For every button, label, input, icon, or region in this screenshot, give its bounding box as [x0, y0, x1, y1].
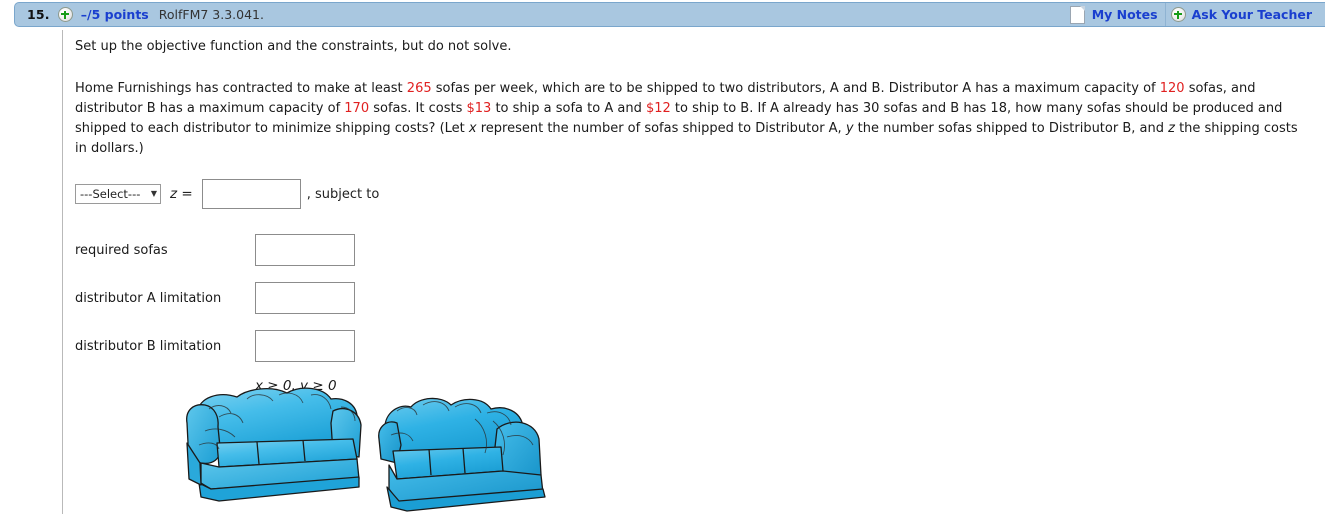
subject-to-label: , subject to [306, 186, 380, 202]
constraint-row: distributor B limitation [75, 322, 1303, 370]
required-sofas-input[interactable] [255, 234, 355, 267]
objective-function-input[interactable] [201, 179, 301, 210]
sofa-image-right [378, 397, 546, 512]
note-page-icon[interactable] [1069, 5, 1085, 24]
problem-part-5: to ship a sofa to A and [491, 100, 646, 116]
distributor-b-limitation-input[interactable] [255, 330, 355, 363]
value-required-sofas: 265 [406, 80, 432, 96]
value-cost-a: $13 [466, 100, 492, 116]
variable-x: x [468, 121, 477, 137]
minimize-maximize-select[interactable]: ---Select--- ▼ [75, 184, 161, 205]
distributor-b-limitation-label: distributor B limitation [75, 338, 222, 354]
problem-part-1: Home Furnishings has contracted to make … [75, 80, 407, 96]
question-header-left: 15. –/5 points RolfFM7 3.3.041. [15, 7, 264, 22]
plus-circle-icon[interactable] [57, 7, 73, 22]
ask-your-teacher-button[interactable]: Ask Your Teacher [1164, 3, 1319, 26]
question-number: 15. [27, 7, 50, 22]
chevron-down-icon: ▼ [150, 189, 157, 199]
z-equals-label: z = [170, 186, 193, 203]
problem-part-4: sofas. It costs [369, 100, 467, 116]
problem-part-7: represent the number of sofas shipped to… [476, 121, 846, 137]
value-capacity-b: 170 [344, 100, 370, 116]
left-divider [62, 30, 63, 514]
constraint-row: required sofas [75, 226, 1303, 274]
variable-z: z [1168, 121, 1175, 137]
value-capacity-a: 120 [1159, 80, 1185, 96]
ask-your-teacher-label: Ask Your Teacher [1191, 7, 1312, 22]
value-cost-b: $12 [645, 100, 671, 116]
question-header-bar: 15. –/5 points RolfFM7 3.3.041. My Notes… [14, 2, 1325, 27]
problem-statement: Home Furnishings has contracted to make … [75, 79, 1303, 160]
question-content: Set up the objective function and the co… [75, 38, 1303, 394]
constraints-group: required sofas distributor A limitation … [75, 226, 1303, 394]
my-notes-link[interactable]: My Notes [1092, 7, 1158, 22]
select-value: ---Select--- [80, 187, 141, 202]
constraint-row: distributor A limitation [75, 274, 1303, 322]
instruction-text: Set up the objective function and the co… [75, 39, 512, 54]
plus-circle-icon [1170, 7, 1186, 22]
problem-part-8: the number sofas shipped to Distributor … [853, 121, 1169, 137]
problem-part-2: sofas per week, which are to be shipped … [431, 80, 1160, 96]
distributor-a-limitation-input[interactable] [255, 282, 355, 315]
variable-y: y [845, 121, 854, 137]
sofa-image-left [186, 387, 362, 502]
question-code: RolfFM7 3.3.041. [158, 7, 264, 22]
objective-function-row: ---Select--- ▼ z = , subject to [75, 179, 1303, 210]
sofa-illustration [175, 383, 575, 514]
distributor-a-limitation-label: distributor A limitation [75, 290, 222, 306]
points-label: –/5 points [80, 7, 149, 22]
required-sofas-label: required sofas [75, 242, 168, 258]
question-header-right: My Notes Ask Your Teacher [1069, 3, 1325, 26]
